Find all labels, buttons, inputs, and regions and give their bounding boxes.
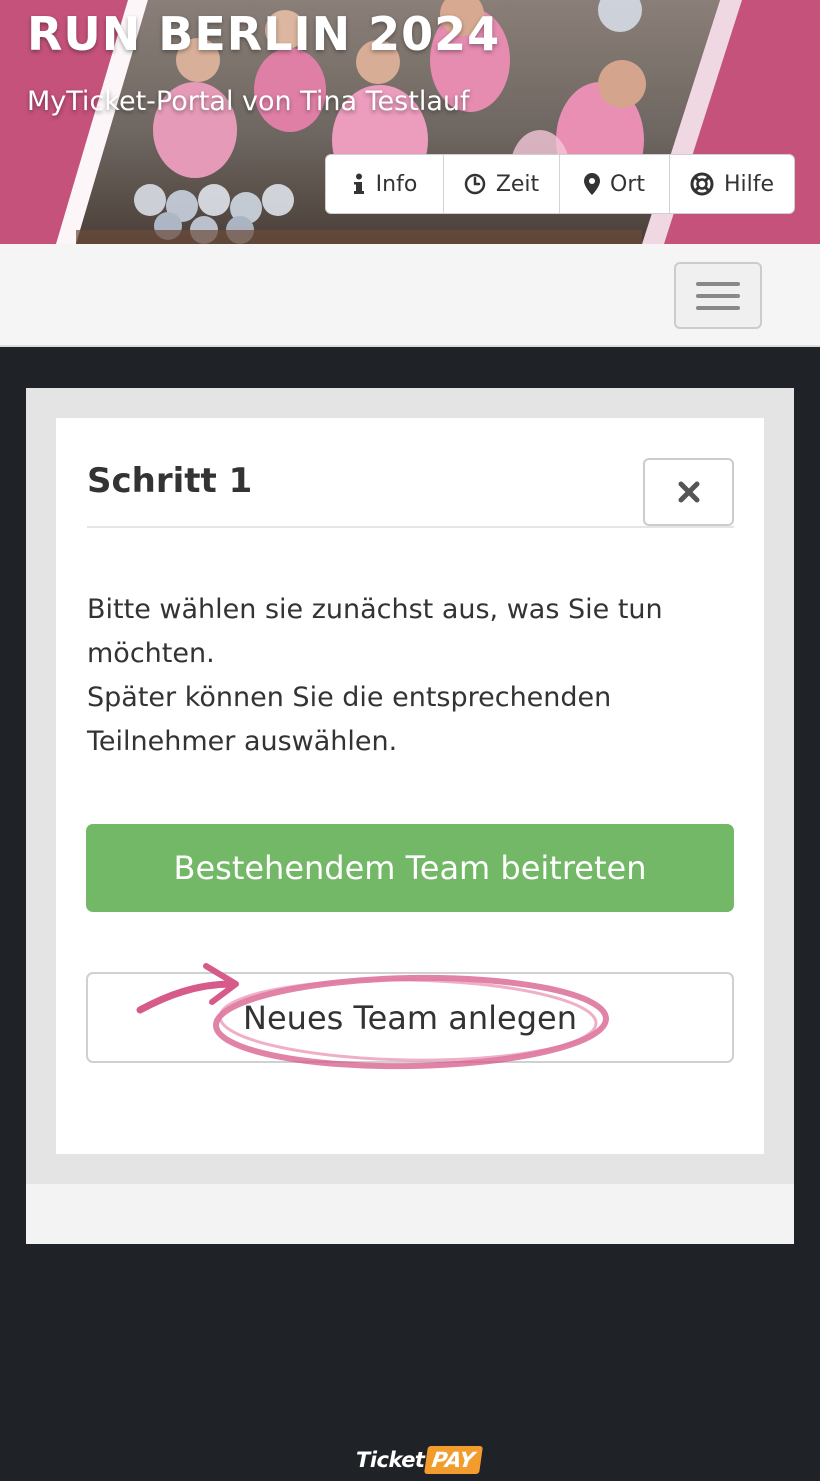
nav-info-label: Info: [375, 171, 418, 197]
portal-subtitle: MyTicket-Portal von Tina Testlauf: [27, 86, 470, 117]
nav-zeit-label: Zeit: [495, 171, 540, 197]
nav-zeit-button[interactable]: Zeit: [444, 155, 560, 213]
hamburger-menu-icon: [696, 281, 740, 286]
modal-divider: [87, 526, 734, 528]
modal-instructions: Bitte wählen sie zunächst aus, was Sie t…: [87, 588, 697, 764]
close-icon: [678, 481, 699, 503]
navbar: [0, 244, 820, 347]
hamburger-menu-button[interactable]: [674, 262, 762, 329]
header-nav: Info Zeit Ort Hilfe: [325, 154, 795, 214]
nav-hilfe-label: Hilfe: [723, 171, 775, 197]
content-panel: Schritt 1 Bitte wählen sie zunächst aus,…: [26, 388, 794, 1244]
new-team-button[interactable]: Neues Team anlegen: [86, 972, 734, 1063]
join-team-button[interactable]: Bestehendem Team beitreten: [86, 824, 734, 912]
hamburger-menu-icon: [696, 293, 740, 298]
clock-icon: [464, 173, 486, 195]
logo-ticket-text: Ticket: [356, 1448, 425, 1472]
hamburger-menu-icon: [696, 305, 740, 310]
close-button[interactable]: [643, 458, 734, 526]
step-modal: Schritt 1 Bitte wählen sie zunächst aus,…: [56, 418, 764, 1154]
instruction-line-2: Später können Sie die entsprechenden Tei…: [87, 682, 612, 757]
nav-ort-label: Ort: [610, 171, 645, 197]
ticketpay-logo: Ticket PAY: [356, 1443, 483, 1477]
logo-pay-text: PAY: [424, 1446, 483, 1474]
event-title: RUN BERLIN 2024: [27, 7, 501, 61]
event-header: RUN BERLIN 2024 MyTicket-Portal von Tina…: [0, 0, 820, 244]
modal-title: Schritt 1: [87, 461, 253, 501]
nav-ort-button[interactable]: Ort: [560, 155, 670, 213]
instruction-line-1: Bitte wählen sie zunächst aus, was Sie t…: [87, 594, 663, 669]
nav-hilfe-button[interactable]: Hilfe: [670, 155, 794, 213]
lifebuoy-icon: [690, 172, 714, 196]
nav-info-button[interactable]: Info: [326, 155, 444, 213]
info-icon: [352, 173, 366, 195]
map-marker-icon: [584, 173, 600, 195]
